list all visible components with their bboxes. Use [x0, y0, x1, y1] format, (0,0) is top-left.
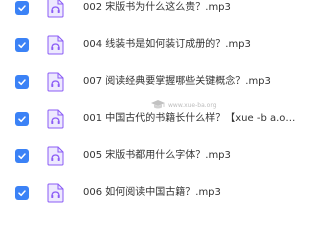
audio-file-icon — [47, 146, 64, 166]
file-name: 007 阅读经典要掌握哪些关键概念？.mp3 — [83, 75, 271, 87]
audio-file-icon — [47, 183, 64, 203]
audio-file-icon — [47, 0, 64, 18]
list-item[interactable]: 006 如何阅读中国古籍？.mp3 — [0, 174, 300, 211]
file-name: 006 如何阅读中国古籍？.mp3 — [83, 186, 221, 198]
checkmark-icon — [18, 189, 26, 196]
file-name: 005 宋版书都用什么字体？.mp3 — [83, 149, 231, 161]
file-name: 002 宋版书为什么这么贵？.mp3 — [83, 1, 231, 13]
checkbox[interactable] — [15, 0, 29, 15]
checkmark-icon — [18, 152, 26, 159]
list-item[interactable]: 007 阅读经典要掌握哪些关键概念？.mp3 — [0, 63, 300, 100]
audio-file-icon — [47, 72, 64, 92]
checkbox[interactable] — [15, 148, 29, 163]
file-list: 002 宋版书为什么这么贵？.mp3 004 线装书是如何装订成册的？.mp3 … — [0, 0, 300, 211]
checkbox[interactable] — [15, 185, 29, 200]
file-name: 001 中国古代的书籍长什么样？【xue -b a.org】.... — [83, 112, 298, 124]
checkmark-icon — [18, 4, 26, 11]
list-item[interactable]: 001 中国古代的书籍长什么样？【xue -b a.org】.... — [0, 100, 300, 137]
audio-file-icon — [47, 109, 64, 129]
checkbox[interactable] — [15, 74, 29, 89]
checkmark-icon — [18, 115, 26, 122]
checkbox[interactable] — [15, 37, 29, 52]
audio-file-icon — [47, 35, 64, 55]
list-item[interactable]: 005 宋版书都用什么字体？.mp3 — [0, 137, 300, 174]
checkmark-icon — [18, 41, 26, 48]
file-name: 004 线装书是如何装订成册的？.mp3 — [83, 38, 251, 50]
checkmark-icon — [18, 78, 26, 85]
list-item[interactable]: 002 宋版书为什么这么贵？.mp3 — [0, 0, 300, 26]
checkbox[interactable] — [15, 111, 29, 126]
list-item[interactable]: 004 线装书是如何装订成册的？.mp3 — [0, 26, 300, 63]
